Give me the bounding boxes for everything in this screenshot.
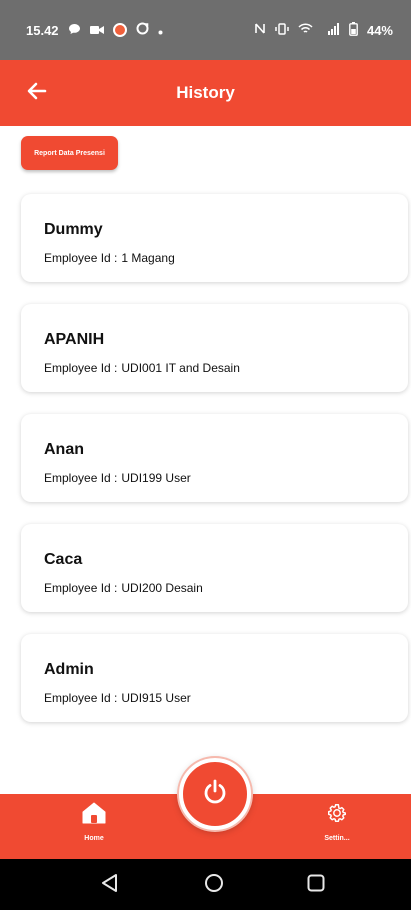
battery-percent: 44% [366,22,393,38]
back-button[interactable] [22,78,52,108]
employee-card[interactable]: Caca Employee Id : UDI200 Desain [21,524,408,612]
employee-id-value: UDI915 User [121,691,191,705]
employee-card[interactable]: Anan Employee Id : UDI199 User [21,414,408,502]
status-bar-right: 44% [254,21,393,39]
battery-icon [349,21,358,39]
employee-id-value: UDI001 IT and Desain [121,361,240,375]
employee-id-label: Employee Id : [44,251,118,265]
nav-home[interactable]: Home [59,802,129,842]
status-time: 15.42 [26,22,59,38]
vibrate-icon [275,22,289,38]
signal-icon [322,22,340,38]
power-button[interactable] [179,758,251,830]
gear-icon [326,804,348,828]
more-dot-icon [158,23,163,38]
power-icon [201,778,229,811]
employee-id-row: Employee Id :1 Magang [44,251,175,265]
employee-name: Anan [44,441,84,458]
app-notification-icon [112,23,127,37]
video-icon [89,23,104,38]
employee-id-row: Employee Id : UDI001 IT and Desain [44,361,240,375]
employee-id-row: Employee Id : UDI200 Desain [44,581,203,595]
employee-id-row: Employee Id : UDI199 User [44,471,191,485]
chat-bubble-icon [68,23,81,38]
triangle-back-icon [100,874,120,897]
system-home-button[interactable] [204,873,224,898]
home-icon [82,802,106,828]
employee-name: Dummy [44,221,103,238]
employee-card[interactable]: Admin Employee Id : UDI915 User [21,634,408,722]
wifi-icon [298,22,313,38]
system-navigation-bar [0,859,411,910]
employee-name: Admin [44,661,94,678]
circle-home-icon [204,874,224,897]
sync-icon [136,22,149,38]
employee-name: APANIH [44,331,105,348]
employee-id-label: Employee Id : [44,691,118,705]
employee-id-row: Employee Id : UDI915 User [44,691,191,705]
employee-id-label: Employee Id : [44,581,118,595]
status-bar-left: 15.42 [26,22,163,38]
employee-card[interactable]: Dummy Employee Id :1 Magang [21,194,408,282]
status-bar: 15.42 44% [0,0,411,60]
square-recents-icon [306,874,326,897]
nav-home-label: Home [84,835,104,842]
app-bar: History [0,60,411,126]
employee-id-value: UDI200 Desain [121,581,203,595]
employee-name: Caca [44,551,83,568]
history-content: Report Data Presensi Dummy Employee Id :… [0,126,411,794]
system-recents-button[interactable] [306,873,326,898]
arrow-left-icon [27,82,47,105]
employee-id-label: Employee Id : [44,361,118,375]
system-back-button[interactable] [100,873,120,898]
employee-card[interactable]: APANIH Employee Id : UDI001 IT and Desain [21,304,408,392]
report-data-presensi-button[interactable]: Report Data Presensi [21,136,118,170]
employee-id-value: UDI199 User [121,471,191,485]
employee-id-value: 1 Magang [121,251,175,265]
employee-id-label: Employee Id : [44,471,118,485]
nav-settings[interactable]: Settin... [302,802,372,842]
page-title: History [176,83,235,102]
nav-settings-label: Settin... [324,835,350,842]
nfc-icon [254,22,266,38]
